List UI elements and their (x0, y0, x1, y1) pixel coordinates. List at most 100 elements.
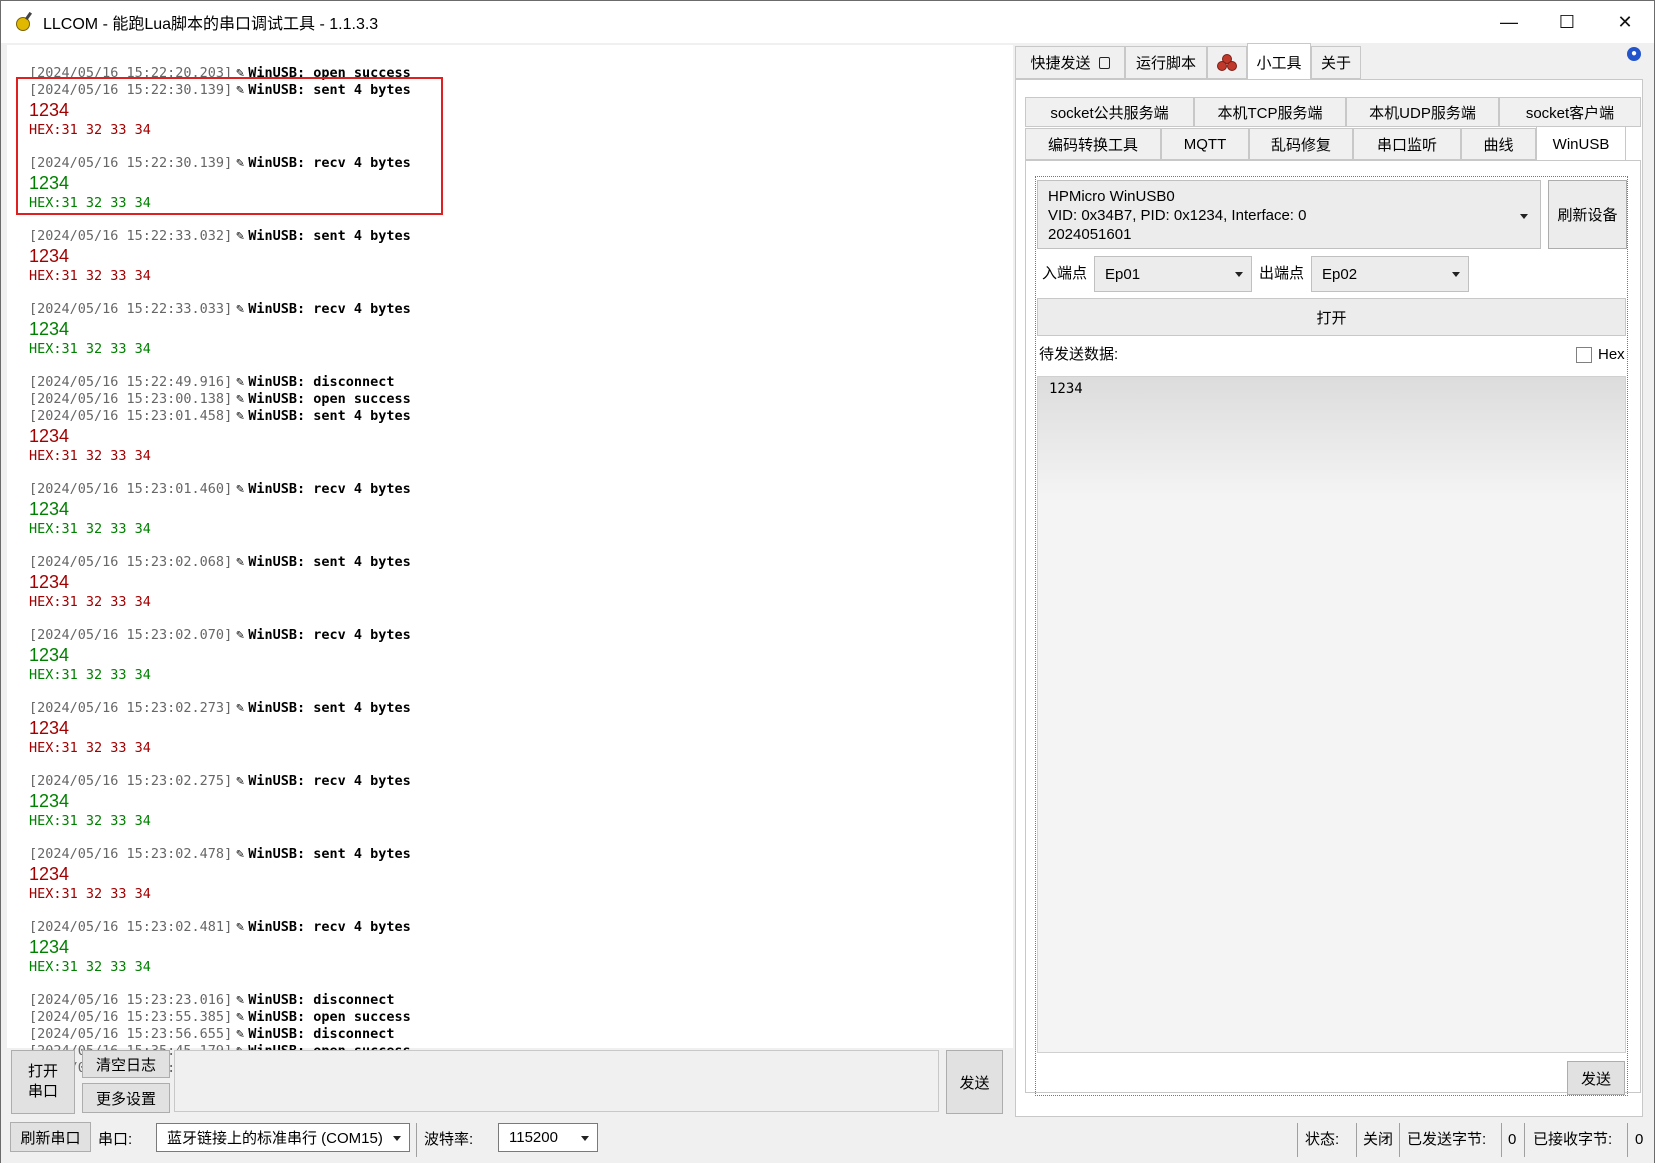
log-data-hex: HEX:31 32 33 34 (29, 959, 151, 975)
sent-bytes-label: 已发送字节: (1407, 1131, 1487, 1148)
open-port-button[interactable]: 打开 串口 (11, 1050, 75, 1114)
log-header: [2024/05/16 15:23:02.070] ✎ WinUSB: recv 4… (29, 627, 411, 644)
device-serial: 2024051601 (1048, 226, 1132, 243)
log-header: [2024/05/16 15:23:02.478] ✎ WinUSB: sent 4… (29, 846, 411, 863)
device-select[interactable]: HPMicro WinUSB0 VID: 0x34B7, PID: 0x1234… (1037, 180, 1541, 249)
tab-run-script[interactable]: 运行脚本 (1125, 46, 1207, 79)
hex-checkbox[interactable] (1576, 347, 1592, 363)
tab-quick-send[interactable]: 快捷发送 (1015, 46, 1125, 79)
tab-socket-public-server[interactable]: socket公共服务端 (1025, 97, 1194, 127)
log-timestamp: [2024/05/16 15:23:00.138] (29, 391, 233, 407)
log-timestamp: [2024/05/16 15:22:30.139] (29, 155, 233, 171)
log-header: [2024/05/16 15:22:30.139] ✎ WinUSB: recv 4… (29, 155, 411, 172)
log-timestamp: [2024/05/16 15:23:23.016] (29, 992, 233, 1008)
winusb-send-button[interactable]: 发送 (1567, 1061, 1625, 1095)
log-entry: [2024/05/16 15:22:30.139] ✎ WinUSB: sent 4… (29, 82, 411, 139)
baud-value: 115200 (509, 1129, 558, 1146)
log-data-text: 1234 (29, 645, 70, 665)
tab-local-tcp-server[interactable]: 本机TCP服务端 (1194, 97, 1346, 127)
pending-data-input[interactable] (1037, 376, 1626, 1053)
note-icon (1098, 56, 1110, 69)
log-timestamp: [2024/05/16 15:23:01.458] (29, 408, 233, 424)
device-ids: VID: 0x34B7, PID: 0x1234, Interface: 0 (1048, 207, 1307, 224)
log-timestamp: [2024/05/16 15:23:02.481] (29, 919, 233, 935)
tab-mqtt[interactable]: MQTT (1161, 128, 1249, 160)
send-data-input[interactable] (174, 1050, 939, 1112)
tab-about[interactable]: 关于 (1311, 46, 1361, 79)
tab-local-udp-server[interactable]: 本机UDP服务端 (1346, 97, 1499, 127)
baud-select[interactable]: 115200 (498, 1123, 598, 1152)
tab-socket-client[interactable]: socket客户端 (1499, 97, 1641, 127)
log-message: WinUSB: recv 4 bytes (248, 919, 411, 935)
state-label: 状态: (1305, 1131, 1340, 1148)
log-message: WinUSB: disconnect (248, 374, 395, 390)
log-header: [2024/05/16 15:23:01.458] ✎ WinUSB: sent 4… (29, 408, 411, 425)
log-entry: [2024/05/16 15:23:00.138] ✎ WinUSB: open s… (29, 391, 411, 408)
log-header: [2024/05/16 15:23:02.068] ✎ WinUSB: sent 4… (29, 554, 411, 571)
log-data-text: 1234 (29, 426, 70, 446)
usb-plug-icon: ✎ (236, 773, 245, 789)
log-header: [2024/05/16 15:23:01.460] ✎ WinUSB: recv 4… (29, 481, 411, 498)
tab-garbled-fix[interactable]: 乱码修复 (1249, 128, 1353, 160)
log-timestamp: [2024/05/16 15:22:30.139] (29, 82, 233, 98)
recv-bytes-value: 0 (1635, 1131, 1644, 1148)
log-data-hex: HEX:31 32 33 34 (29, 813, 151, 829)
log-entry: [2024/05/16 15:23:02.068] ✎ WinUSB: sent 4… (29, 554, 411, 611)
log-entry: [2024/05/16 15:22:33.032] ✎ WinUSB: sent 4… (29, 228, 411, 285)
open-port-label-2: 串口 (27, 1083, 58, 1100)
log-entry: [2024/05/16 15:22:49.916] ✎ WinUSB: discon… (29, 374, 411, 391)
log-data-text: 1234 (29, 100, 70, 120)
log-entry: [2024/05/16 15:23:02.478] ✎ WinUSB: sent 4… (29, 846, 411, 903)
chevron-down-icon (581, 1135, 589, 1141)
log-timestamp: [2024/05/16 15:23:01.460] (29, 481, 233, 497)
usb-plug-icon: ✎ (236, 408, 245, 424)
log-header: [2024/05/16 15:23:55.385] ✎ WinUSB: open s… (29, 1009, 411, 1026)
clear-log-button[interactable]: 清空日志 (82, 1050, 170, 1078)
tab-plugins[interactable] (1207, 46, 1247, 79)
log-entry: [2024/05/16 15:23:02.070] ✎ WinUSB: recv 4… (29, 627, 411, 684)
chevron-down-icon (1520, 214, 1528, 219)
log-message: WinUSB: recv 4 bytes (248, 773, 411, 789)
send-button[interactable]: 发送 (946, 1050, 1003, 1114)
log-data-text: 1234 (29, 791, 70, 811)
refresh-device-button[interactable]: 刷新设备 (1548, 180, 1627, 249)
usb-plug-icon: ✎ (236, 374, 245, 390)
tab-winusb[interactable]: WinUSB (1536, 126, 1626, 162)
tab-serial-monitor[interactable]: 串口监听 (1353, 128, 1461, 160)
log-message: WinUSB: sent 4 bytes (248, 228, 411, 244)
tab-encoding-converter[interactable]: 编码转换工具 (1025, 128, 1161, 160)
chevron-down-icon (393, 1135, 401, 1141)
minimize-icon[interactable]: — (1480, 1, 1538, 43)
globe-icon[interactable]: ● (1627, 47, 1641, 61)
log-header: [2024/05/16 15:22:33.033] ✎ WinUSB: recv 4… (29, 301, 411, 318)
open-device-button[interactable]: 打开 (1037, 298, 1626, 336)
log-entry: [2024/05/16 15:23:02.481] ✎ WinUSB: recv 4… (29, 919, 411, 976)
usb-plug-icon: ✎ (236, 155, 245, 171)
log-message: WinUSB: sent 4 bytes (248, 82, 411, 98)
log-timestamp: [2024/05/16 15:23:02.275] (29, 773, 233, 789)
cubes-icon (1217, 53, 1237, 71)
log-entry: [2024/05/16 15:23:01.460] ✎ WinUSB: recv 4… (29, 481, 411, 538)
log-data-text: 1234 (29, 499, 70, 519)
usb-plug-icon: ✎ (236, 391, 245, 407)
tab-tools[interactable]: 小工具 (1247, 43, 1311, 80)
maximize-icon[interactable]: ☐ (1538, 1, 1596, 43)
close-icon[interactable]: ✕ (1596, 1, 1654, 43)
recv-bytes-label: 已接收字节: (1533, 1131, 1613, 1148)
log-data-hex: HEX:31 32 33 34 (29, 740, 151, 756)
tab-curve[interactable]: 曲线 (1461, 128, 1536, 160)
device-name: HPMicro WinUSB0 (1048, 188, 1175, 205)
more-settings-button[interactable]: 更多设置 (82, 1083, 170, 1113)
hex-label: Hex (1598, 346, 1625, 363)
usb-plug-icon: ✎ (236, 301, 245, 317)
in-endpoint-select[interactable]: Ep01 (1094, 256, 1252, 292)
log-timestamp: [2024/05/16 15:23:02.068] (29, 554, 233, 570)
log-header: [2024/05/16 15:23:02.481] ✎ WinUSB: recv 4… (29, 919, 411, 936)
log-header: [2024/05/16 15:22:49.916] ✎ WinUSB: discon… (29, 374, 411, 391)
log-data-hex: HEX:31 32 33 34 (29, 521, 151, 537)
pending-data-label: 待发送数据: (1039, 346, 1119, 363)
out-endpoint-select[interactable]: Ep02 (1311, 256, 1469, 292)
refresh-port-button[interactable]: 刷新串口 (10, 1122, 91, 1152)
port-select[interactable]: 蓝牙链接上的标准串行 (COM15) (156, 1123, 410, 1152)
log-panel[interactable]: [2024/05/16 15:22:20.203] ✎ WinUSB: open s… (7, 45, 1013, 1076)
